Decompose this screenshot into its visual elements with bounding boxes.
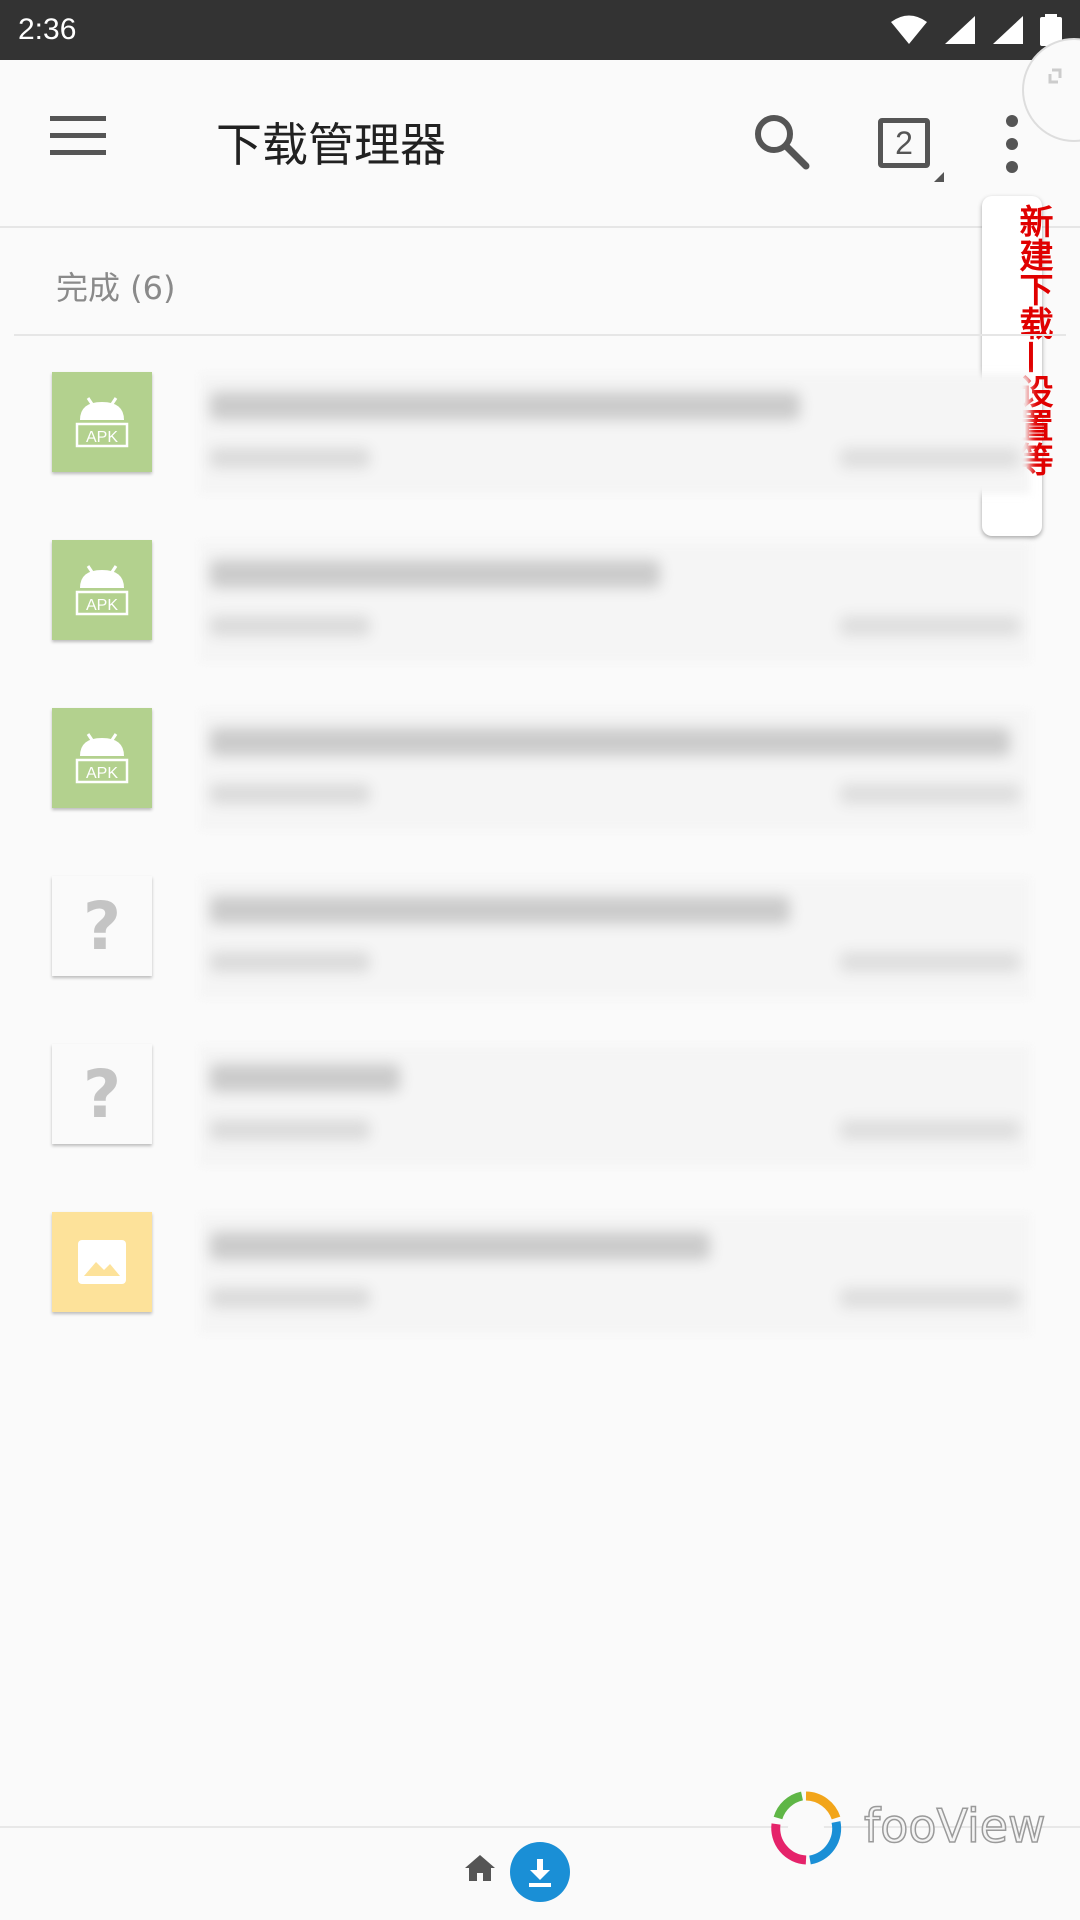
blurred-size: [210, 1288, 370, 1308]
list-item[interactable]: ?: [0, 864, 1080, 1032]
list-item[interactable]: APK: [0, 696, 1080, 864]
status-time: 2:36: [18, 13, 77, 46]
svg-text:APK: APK: [86, 597, 118, 614]
fooview-logo-icon: [771, 1791, 842, 1865]
status-bar: 2:36: [0, 0, 1080, 60]
svg-text:APK: APK: [86, 429, 118, 446]
hamburger-icon: [50, 116, 106, 155]
wifi-icon: [891, 15, 927, 44]
tab-count: 2: [878, 118, 930, 168]
search-button[interactable]: [752, 112, 814, 174]
blurred-size: [210, 1120, 370, 1140]
tabs-button[interactable]: 2: [872, 112, 944, 184]
blurred-date: [840, 784, 1020, 804]
blurred-size: [210, 616, 370, 636]
blurred-filename: [210, 896, 790, 924]
blurred-filename: [210, 1064, 400, 1092]
list-item[interactable]: APK: [0, 528, 1080, 696]
blurred-filename: [210, 728, 1010, 756]
blurred-date: [840, 1120, 1020, 1140]
section-header: 完成 (6): [56, 269, 176, 307]
image-icon: [78, 1240, 126, 1284]
fooview-watermark: fooView: [766, 1788, 1066, 1868]
blurred-date: [840, 616, 1020, 636]
android-apk-icon: APK: [75, 397, 129, 448]
downloads-button[interactable]: [510, 1842, 570, 1902]
status-icons: [890, 12, 1062, 48]
cell-signal-2-icon: [993, 16, 1023, 44]
blurred-date: [840, 448, 1020, 468]
android-apk-icon: APK: [75, 733, 129, 784]
blurred-size: [210, 952, 370, 972]
blurred-filename: [210, 392, 800, 420]
unknown-file-thumbnail: ?: [52, 876, 152, 976]
blurred-size: [210, 448, 370, 468]
tabs-corner-icon: [934, 172, 944, 182]
section-divider: [14, 334, 1066, 336]
expand-icon: [1048, 68, 1062, 84]
search-icon: [755, 115, 810, 170]
list-item[interactable]: APK: [0, 360, 1080, 528]
question-mark-icon: ?: [82, 887, 122, 965]
list-item[interactable]: ?: [0, 1032, 1080, 1200]
cell-signal-icon: [945, 16, 975, 44]
menu-button[interactable]: [50, 116, 116, 168]
watermark-text: fooView: [863, 1798, 1046, 1854]
blurred-date: [840, 1288, 1020, 1308]
home-button[interactable]: [463, 1853, 497, 1883]
blurred-filename: [210, 560, 660, 588]
blurred-size: [210, 784, 370, 804]
svg-text:APK: APK: [86, 765, 118, 782]
blurred-filename: [210, 1232, 710, 1260]
list-item[interactable]: [0, 1200, 1080, 1368]
app-bar: 下载管理器 2: [0, 60, 1080, 228]
android-apk-icon: APK: [75, 565, 129, 616]
page-title: 下载管理器: [216, 118, 446, 172]
home-icon: [465, 1855, 495, 1881]
blurred-date: [840, 952, 1020, 972]
more-vert-icon: [1006, 115, 1018, 173]
apk-thumbnail: APK: [52, 372, 152, 472]
apk-thumbnail: APK: [52, 708, 152, 808]
apk-thumbnail: APK: [52, 540, 152, 640]
question-mark-icon: ?: [82, 1055, 122, 1133]
unknown-file-thumbnail: ?: [52, 1044, 152, 1144]
download-icon: [529, 1859, 551, 1887]
more-options-button[interactable]: [1000, 114, 1024, 180]
image-thumbnail: [52, 1212, 152, 1312]
